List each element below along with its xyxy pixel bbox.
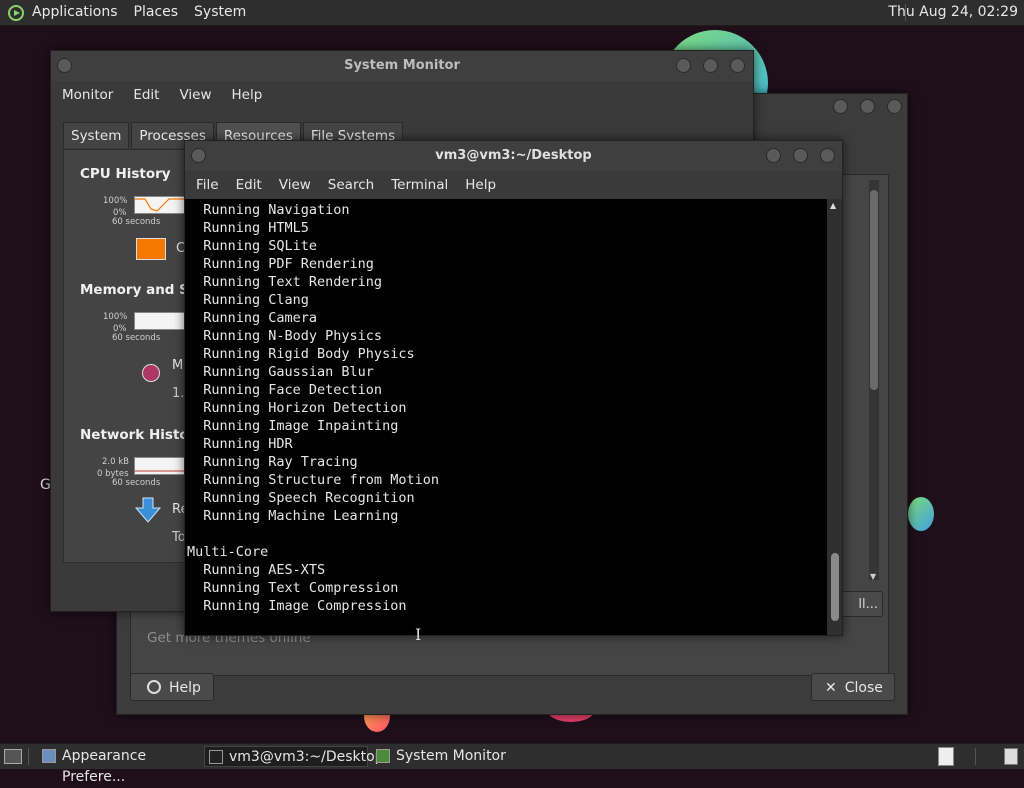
terminal-line: Running Text Rendering (187, 274, 383, 290)
menu-system[interactable]: System (186, 0, 254, 25)
terminal-line: Running Clang (187, 292, 309, 308)
minimize-button[interactable] (766, 148, 781, 163)
window-title: System Monitor (344, 58, 460, 73)
menu-view[interactable]: View (172, 87, 218, 103)
tab-system[interactable]: System (63, 122, 130, 148)
trash-icon[interactable] (1004, 748, 1018, 765)
terminal-line: Running Speech Recognition (187, 490, 415, 506)
terminal-line: Running Face Detection (187, 382, 383, 398)
titlebar[interactable]: vm3@vm3:~/Desktop (185, 141, 842, 171)
help-button[interactable]: Help (130, 673, 214, 701)
terminal-line: Running PDF Rendering (187, 256, 374, 272)
desktop-wallpaper-blob (908, 497, 934, 531)
terminal-line: Running Image Compression (187, 598, 407, 614)
menu-terminal[interactable]: Terminal (384, 177, 455, 193)
scrollbar-thumb[interactable] (831, 553, 839, 621)
terminal-output[interactable]: Running Navigation Running HTML5 Running… (185, 199, 827, 635)
terminal-line: Running Camera (187, 310, 318, 326)
help-label: Help (169, 680, 201, 696)
terminal-line: Running Horizon Detection (187, 400, 407, 416)
menu-search[interactable]: Search (321, 177, 381, 193)
titlebar[interactable]: System Monitor (51, 51, 753, 81)
taskbar-item-system-monitor[interactable]: System Monitor (372, 746, 532, 767)
memory-legend-label: M (172, 358, 184, 373)
scrollbar-thumb[interactable] (870, 190, 878, 390)
terminal-line: Running HDR (187, 436, 293, 452)
menu-help[interactable]: Help (458, 177, 503, 193)
close-icon: ✕ (825, 680, 837, 696)
taskbar-item-appearance[interactable]: Appearance Prefere... (38, 746, 198, 785)
terminal-line: Running AES-XTS (187, 562, 326, 578)
taskbar-item-label: System Monitor (396, 748, 506, 764)
terminal-line: Running Structure from Motion (187, 472, 439, 488)
terminal-line: Running Rigid Body Physics (187, 346, 415, 362)
scroll-down-arrow-icon[interactable]: ▼ (870, 572, 876, 581)
menu-file[interactable]: File (189, 177, 226, 193)
memory-axis-span: 60 seconds (112, 333, 161, 343)
minimize-button[interactable] (676, 58, 691, 73)
close-button[interactable]: ✕ Close (811, 673, 895, 701)
terminal-window: vm3@vm3:~/Desktop File Edit View Search … (184, 140, 843, 644)
window-title: vm3@vm3:~/Desktop (435, 148, 592, 163)
notes-icon[interactable] (938, 747, 954, 766)
cpu-axis-span: 60 seconds (112, 217, 161, 227)
terminal-line: Running N-Body Physics (187, 328, 383, 344)
text-cursor-icon: I (415, 625, 422, 644)
network-axis-max: 2.0 kB (102, 457, 129, 467)
maximize-button[interactable] (703, 58, 718, 73)
scroll-up-arrow-icon[interactable]: ▲ (830, 201, 836, 210)
terminal-line: Running HTML5 (187, 220, 309, 236)
maximize-button[interactable] (860, 99, 875, 114)
taskbar-item-label: Appearance Prefere... (62, 748, 147, 785)
menu-view[interactable]: View (272, 177, 318, 193)
help-icon (147, 680, 161, 694)
network-axis-span: 60 seconds (112, 478, 161, 488)
menu-edit[interactable]: Edit (229, 177, 269, 193)
cpu-history-title: CPU History (80, 166, 171, 182)
terminal-line: Running Machine Learning (187, 508, 399, 524)
terminal-line: Running Ray Tracing (187, 454, 358, 470)
minimize-button[interactable] (833, 99, 848, 114)
menubar: File Edit View Search Terminal Help (185, 172, 842, 198)
memory-pie-icon[interactable] (142, 364, 160, 382)
terminal-line: Running Gaussian Blur (187, 364, 374, 380)
clock[interactable]: Thu Aug 24, 02:29 (888, 0, 1018, 25)
memory-axis-max: 100% (103, 312, 128, 322)
terminal-text: Running Navigation Running HTML5 Running… (187, 201, 439, 615)
taskbar-item-terminal[interactable]: vm3@vm3:~/Desktop (204, 746, 384, 767)
menu-places[interactable]: Places (126, 0, 187, 25)
close-window-button[interactable] (887, 99, 902, 114)
cpu-axis-max: 100% (103, 196, 128, 206)
appearance-app-icon (42, 749, 56, 763)
menu-monitor[interactable]: Monitor (55, 87, 120, 103)
close-window-button[interactable] (730, 58, 745, 73)
panel-separator (28, 748, 29, 765)
panel-separator (975, 748, 976, 765)
bottom-panel: Appearance Prefere... vm3@vm3:~/Desktop … (0, 743, 1024, 785)
menu-applications[interactable]: Applications (30, 0, 126, 25)
menubar: Monitor Edit View Help (51, 82, 753, 108)
taskbar-item-label: vm3@vm3:~/Desktop (229, 749, 384, 765)
menu-edit[interactable]: Edit (126, 87, 166, 103)
top-panel: Applications Places System Thu Aug 24, 0… (0, 0, 1024, 26)
menu-help[interactable]: Help (225, 87, 270, 103)
terminal-line: Running Navigation (187, 202, 350, 218)
close-label: Close (844, 680, 883, 696)
distro-logo-icon[interactable] (8, 4, 24, 21)
terminal-line: Running Image Inpainting (187, 418, 399, 434)
system-monitor-app-icon (376, 749, 390, 763)
memory-value: 1. (172, 386, 185, 401)
terminal-app-icon (209, 750, 223, 764)
close-window-button[interactable] (820, 148, 835, 163)
terminal-line: Multi-Core (187, 544, 269, 560)
maximize-button[interactable] (793, 148, 808, 163)
terminal-line: Running SQLite (187, 238, 318, 254)
show-desktop-icon[interactable] (4, 749, 22, 764)
download-arrow-icon (134, 497, 162, 523)
cpu-color-swatch[interactable] (136, 238, 166, 260)
terminal-line: Running Text Compression (187, 580, 399, 596)
